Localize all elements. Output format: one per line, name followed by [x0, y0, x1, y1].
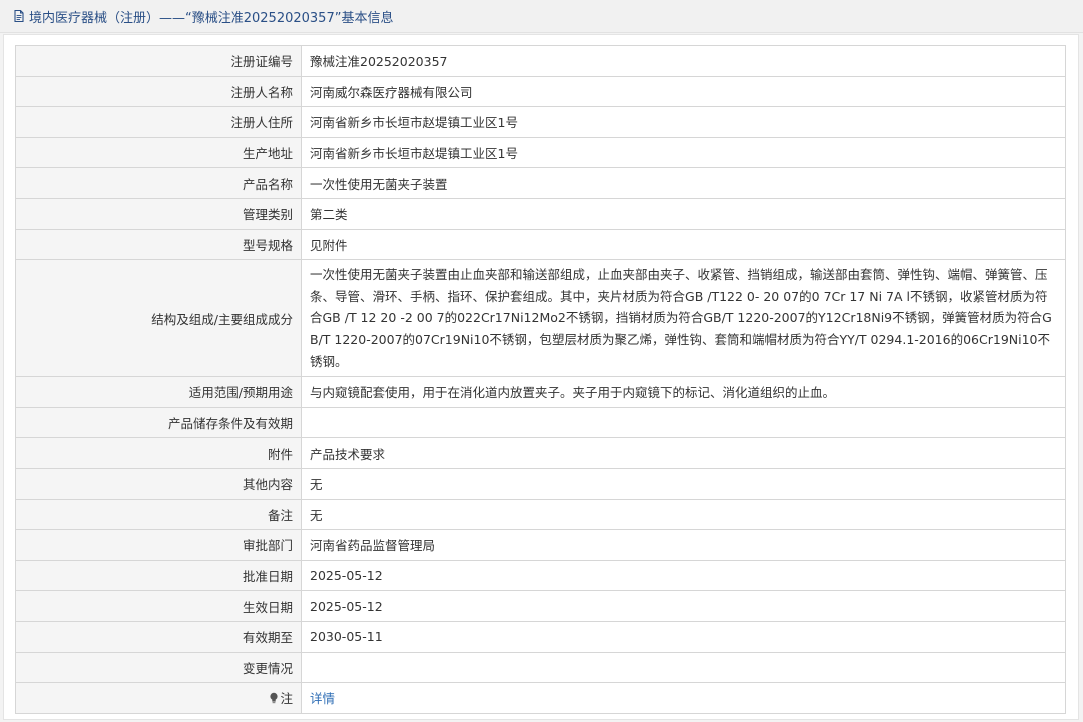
row-value: 产品技术要求: [301, 437, 1066, 469]
table-row: 附件 产品技术要求: [15, 437, 1066, 469]
table-row: 有效期至 2030-05-11: [15, 620, 1066, 653]
table-row: 注册人名称 河南威尔森医疗器械有限公司: [15, 75, 1066, 108]
row-label: 适用范围/预期用途: [15, 376, 302, 408]
table-row: 注册人住所 河南省新乡市长垣市赵堤镇工业区1号: [15, 106, 1066, 138]
page: 境内医疗器械（注册）——“豫械注准20252020357”基本信息 注册证编号 …: [0, 0, 1083, 722]
row-value: 与内窥镜配套使用，用于在消化道内放置夹子。夹子用于内窥镜下的标记、消化道组织的止…: [301, 376, 1066, 408]
row-label: 生产地址: [15, 136, 302, 169]
note-value: 详情: [301, 682, 1066, 714]
row-label: 管理类别: [15, 197, 302, 230]
row-value: 2030-05-11: [301, 620, 1066, 653]
row-value: 2025-05-12: [301, 590, 1066, 622]
info-table: 注册证编号 豫械注准20252020357 注册人名称 河南威尔森医疗器械有限公…: [15, 45, 1066, 714]
row-value: 河南省新乡市长垣市赵堤镇工业区1号: [301, 136, 1066, 169]
table-row: 适用范围/预期用途 与内窥镜配套使用，用于在消化道内放置夹子。夹子用于内窥镜下的…: [15, 376, 1066, 408]
row-label: 备注: [15, 498, 302, 531]
row-label: 附件: [15, 437, 302, 469]
note-label: 注: [15, 682, 302, 714]
row-value: 见附件: [301, 228, 1066, 261]
table-row: 生效日期 2025-05-12: [15, 590, 1066, 622]
page-title: 境内医疗器械（注册）——“豫械注准20252020357”基本信息: [29, 10, 394, 26]
page-header: 境内医疗器械（注册）——“豫械注准20252020357”基本信息: [0, 0, 1083, 33]
row-value: 河南省药品监督管理局: [301, 529, 1066, 561]
row-label: 产品名称: [15, 167, 302, 199]
row-value: [301, 406, 1066, 439]
row-label: 其他内容: [15, 467, 302, 500]
document-icon: [12, 9, 26, 23]
row-label: 型号规格: [15, 228, 302, 261]
row-label: 注册人名称: [15, 75, 302, 108]
table-row: 产品名称 一次性使用无菌夹子装置: [15, 167, 1066, 199]
table-row: 管理类别 第二类: [15, 197, 1066, 230]
row-value: 2025-05-12: [301, 559, 1066, 592]
row-label: 结构及组成/主要组成成分: [15, 259, 302, 378]
table-row: 批准日期 2025-05-12: [15, 559, 1066, 592]
table-row: 审批部门 河南省药品监督管理局: [15, 529, 1066, 561]
row-value: 一次性使用无菌夹子装置: [301, 167, 1066, 199]
row-value: 第二类: [301, 197, 1066, 230]
row-value: 一次性使用无菌夹子装置由止血夹部和输送部组成，止血夹部由夹子、收紧管、挡销组成，…: [301, 259, 1066, 378]
table-row: 结构及组成/主要组成成分 一次性使用无菌夹子装置由止血夹部和输送部组成，止血夹部…: [15, 259, 1066, 378]
row-label: 审批部门: [15, 529, 302, 561]
row-value: [301, 651, 1066, 684]
row-label: 有效期至: [15, 620, 302, 653]
table-row: 型号规格 见附件: [15, 228, 1066, 261]
row-label: 生效日期: [15, 590, 302, 622]
row-value: 无: [301, 498, 1066, 531]
details-link[interactable]: 详情: [310, 691, 335, 706]
table-row: 备注 无: [15, 498, 1066, 531]
table-row: 变更情况: [15, 651, 1066, 684]
info-panel: 注册证编号 豫械注准20252020357 注册人名称 河南威尔森医疗器械有限公…: [3, 34, 1079, 720]
table-row: 其他内容 无: [15, 467, 1066, 500]
row-label: 变更情况: [15, 651, 302, 684]
row-value: 河南省新乡市长垣市赵堤镇工业区1号: [301, 106, 1066, 138]
note-row: 注 详情: [15, 682, 1066, 714]
row-value: 河南威尔森医疗器械有限公司: [301, 75, 1066, 108]
row-label: 批准日期: [15, 559, 302, 592]
table-row: 产品储存条件及有效期: [15, 406, 1066, 439]
note-label-text: 注: [280, 691, 293, 707]
table-row: 注册证编号 豫械注准20252020357: [15, 45, 1066, 77]
row-label: 注册证编号: [15, 45, 302, 77]
table-row: 生产地址 河南省新乡市长垣市赵堤镇工业区1号: [15, 136, 1066, 169]
row-value: 豫械注准20252020357: [301, 45, 1066, 77]
row-value: 无: [301, 467, 1066, 500]
bulb-icon: [269, 692, 279, 704]
row-label: 产品储存条件及有效期: [15, 406, 302, 439]
row-label: 注册人住所: [15, 106, 302, 138]
